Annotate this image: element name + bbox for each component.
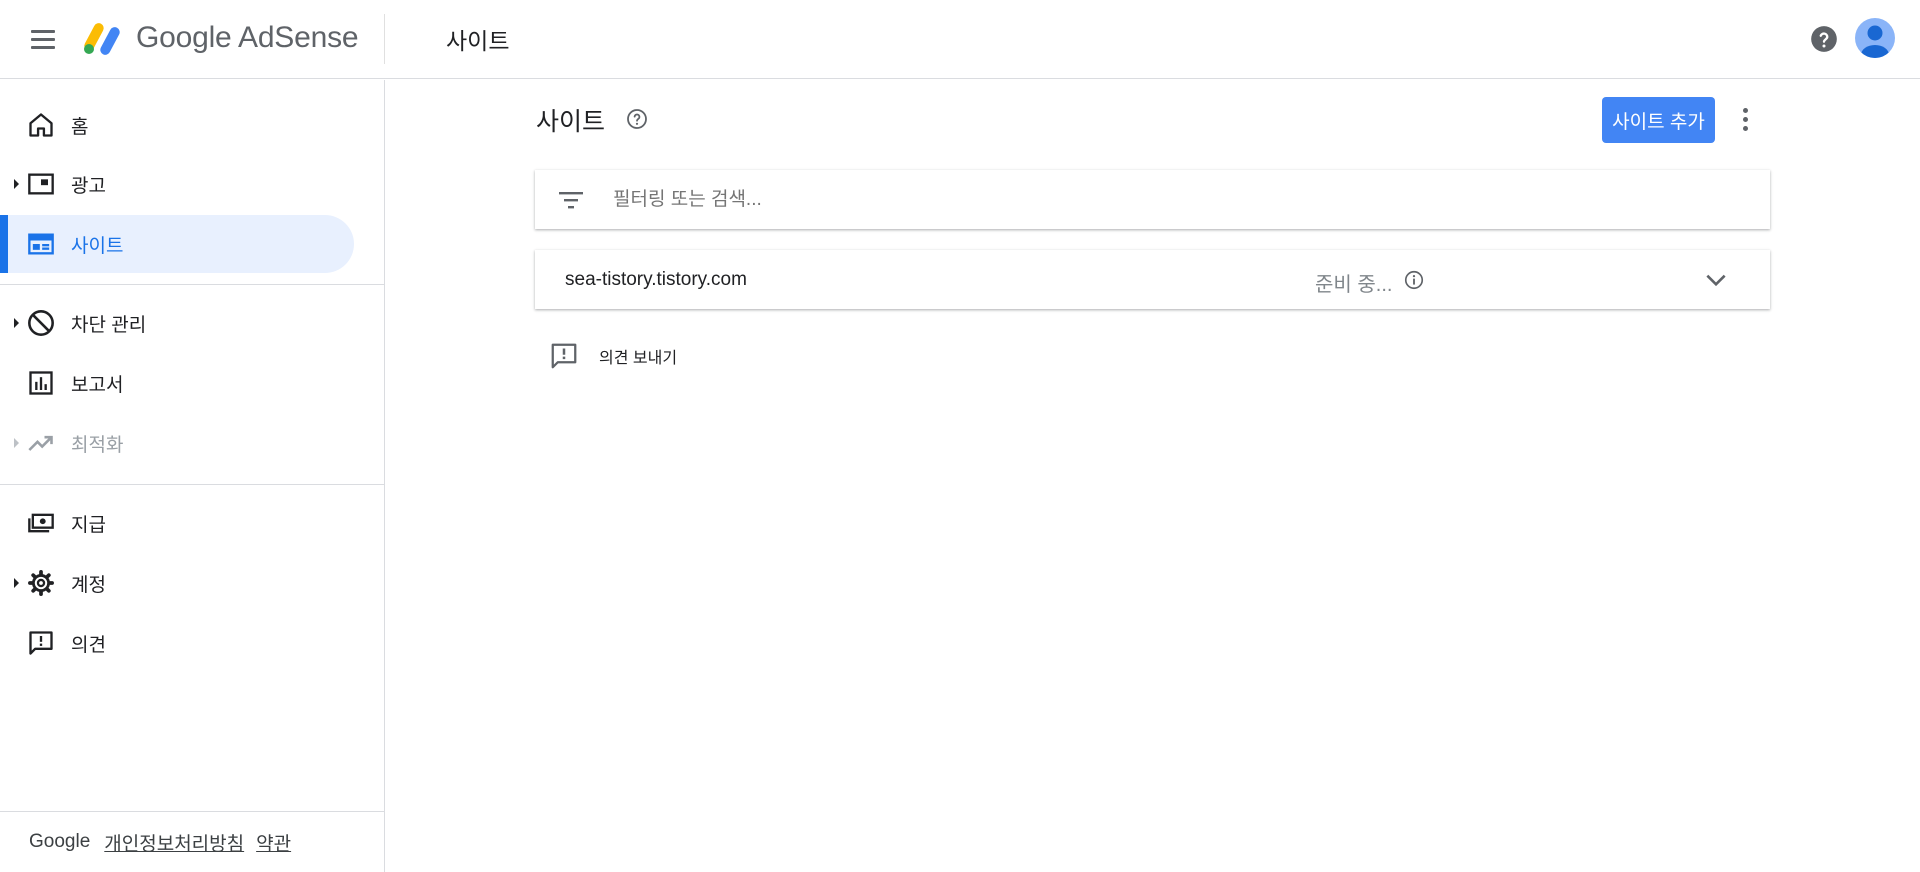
gear-icon — [28, 570, 54, 596]
sidebar-item-sites[interactable]: 사이트 — [0, 215, 354, 273]
hamburger-menu-icon[interactable] — [24, 25, 60, 55]
more-options-icon[interactable] — [1732, 103, 1758, 137]
help-circle-icon[interactable] — [625, 107, 649, 131]
expand-caret-icon — [14, 438, 19, 448]
sidebar-item-label: 사이트 — [71, 235, 124, 257]
sites-icon — [28, 233, 54, 255]
logo-text: Google AdSense — [136, 21, 359, 54]
site-name: sea-tistory.tistory.com — [565, 269, 747, 290]
sidebar-item-label: 최적화 — [71, 434, 124, 456]
sidebar-item-blocking-controls[interactable]: 차단 관리 — [0, 294, 354, 352]
chevron-down-icon[interactable] — [1703, 267, 1729, 293]
help-icon[interactable] — [1810, 25, 1838, 53]
expand-caret-icon — [14, 179, 19, 189]
footer-brand: Google — [29, 831, 91, 852]
info-icon[interactable] — [1403, 269, 1425, 291]
sidebar-item-label: 차단 관리 — [71, 314, 147, 336]
adsense-logo-icon — [84, 23, 120, 55]
site-row[interactable]: sea-tistory.tistory.com 준비 중... — [535, 250, 1770, 309]
sidebar-item-label: 광고 — [71, 175, 106, 197]
sidebar-item-ads[interactable]: 광고 — [0, 155, 354, 213]
sidebar-divider — [0, 484, 385, 485]
add-site-button[interactable]: 사이트 추가 — [1602, 97, 1715, 143]
adsense-logo[interactable]: Google AdSense — [82, 18, 359, 58]
sidebar-item-label: 계정 — [71, 574, 106, 596]
filter-icon[interactable] — [557, 188, 585, 212]
top-app-bar: Google AdSense 사이트 — [0, 0, 1920, 79]
header-divider — [384, 14, 385, 64]
ads-icon — [28, 173, 54, 195]
expand-caret-icon — [14, 578, 19, 588]
payments-icon — [28, 513, 54, 533]
sidebar-item-optimization[interactable]: 최적화 — [0, 414, 354, 472]
site-status: 준비 중... — [1315, 274, 1393, 296]
page-title: 사이트 — [446, 28, 510, 54]
account-icon — [1861, 25, 1889, 58]
home-icon — [29, 113, 53, 137]
terms-link[interactable]: 약관 — [256, 829, 291, 856]
sidebar-item-account[interactable]: 계정 — [0, 554, 354, 612]
sidebar-footer: Google 개인정보처리방침 약관 — [0, 811, 385, 872]
sidebar-divider — [0, 284, 385, 285]
sidebar-item-home[interactable]: 홈 — [0, 96, 354, 154]
block-icon — [28, 310, 54, 336]
sidebar-item-label: 의견 — [71, 634, 106, 656]
feedback-icon — [551, 343, 577, 369]
send-feedback-label: 의견 보내기 — [599, 350, 678, 367]
sidebar-item-payments[interactable]: 지급 — [0, 494, 354, 552]
sidebar-item-label: 홈 — [71, 116, 89, 138]
sidebar-item-feedback[interactable]: 의견 — [0, 614, 354, 672]
reports-icon — [29, 371, 53, 395]
filter-search-input[interactable] — [613, 170, 1743, 229]
trending-up-icon — [28, 435, 53, 451]
filter-bar — [535, 170, 1770, 229]
sidebar-item-reports[interactable]: 보고서 — [0, 354, 354, 412]
content-title: 사이트 — [536, 108, 606, 136]
feedback-icon — [29, 631, 53, 655]
privacy-policy-link[interactable]: 개인정보처리방침 — [104, 829, 244, 856]
send-feedback-button[interactable]: 의견 보내기 — [549, 340, 677, 372]
avatar[interactable] — [1855, 18, 1895, 58]
sidebar: 홈 광고 사이트 차단 관리 보고서 최적화 지급 계정 의견 — [0, 80, 385, 872]
expand-caret-icon — [14, 318, 19, 328]
sidebar-item-label: 보고서 — [71, 374, 124, 396]
sidebar-item-label: 지급 — [71, 514, 106, 536]
